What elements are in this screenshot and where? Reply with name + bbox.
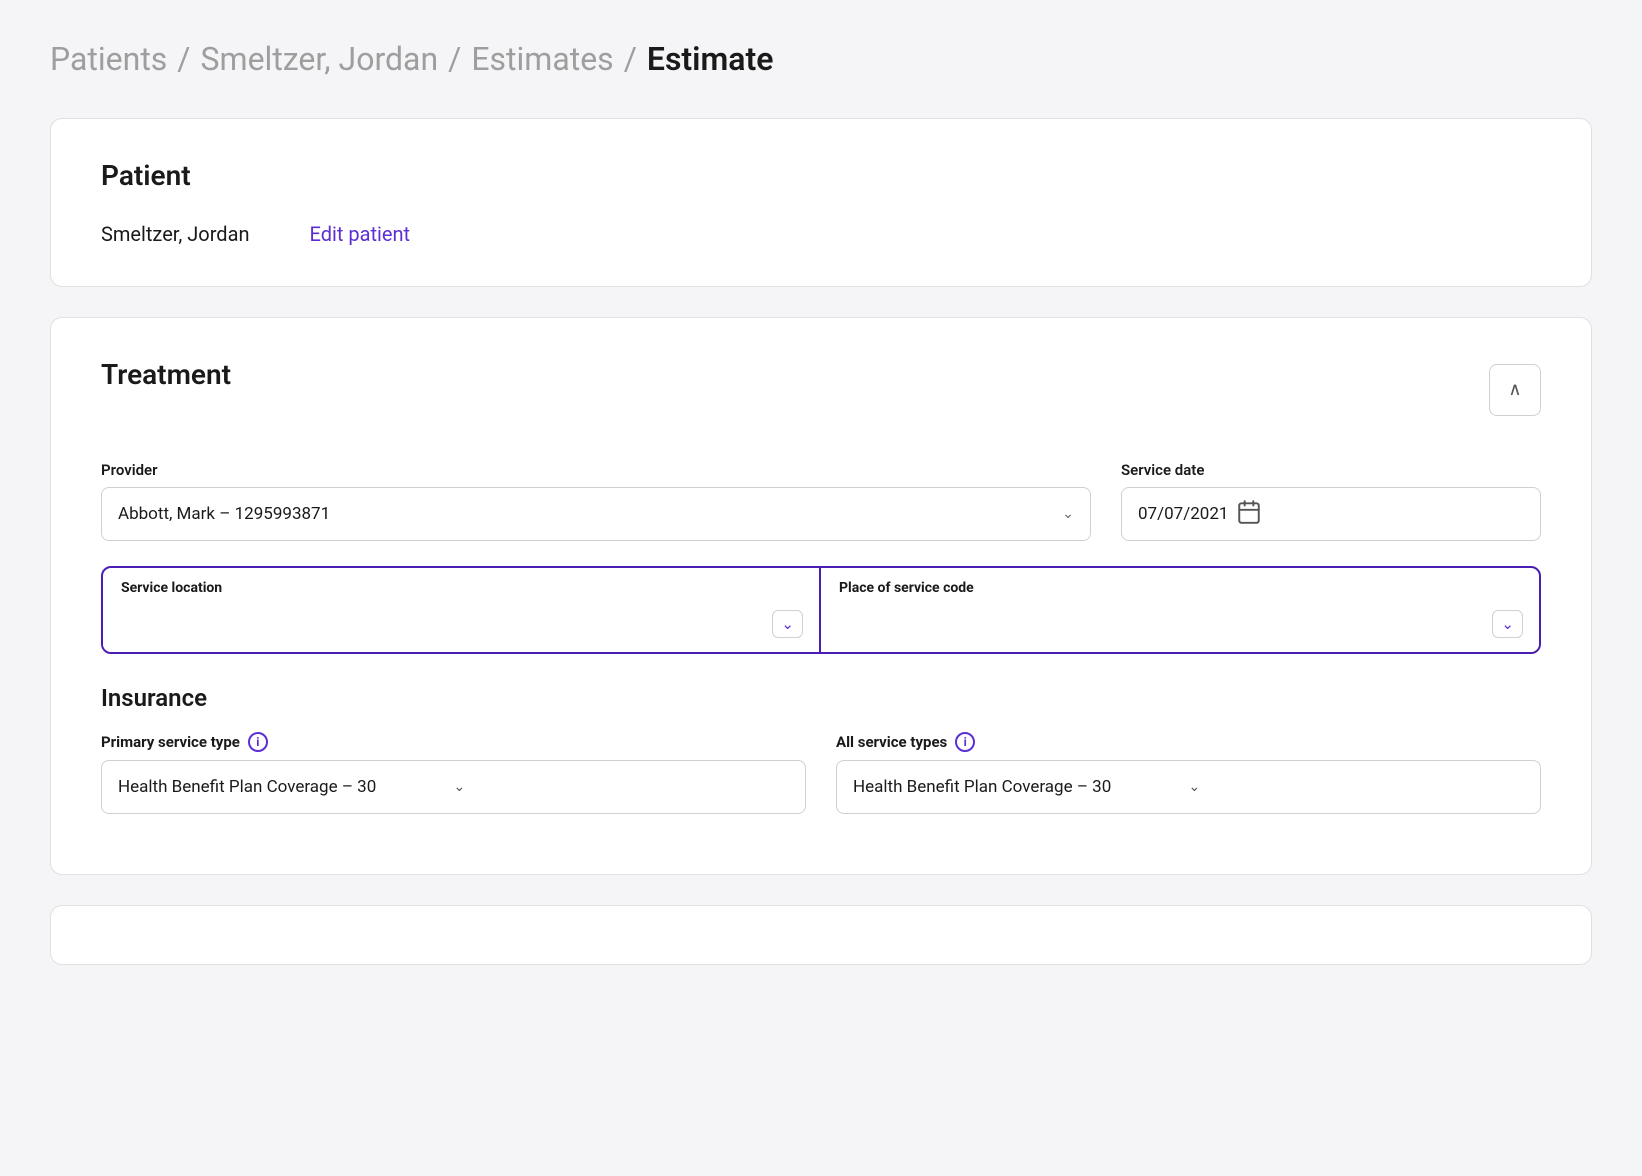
all-service-types-label-row: All service types i bbox=[836, 732, 1541, 752]
all-service-types-dropdown-icon: ⌄ bbox=[1189, 779, 1525, 795]
provider-group: Provider Abbott, Mark – 1295993871 ⌄ bbox=[101, 461, 1091, 541]
calendar-icon[interactable] bbox=[1236, 499, 1262, 530]
service-date-field[interactable]: 07/07/2021 bbox=[1121, 487, 1541, 541]
breadcrumb-patient-name[interactable]: Smeltzer, Jordan bbox=[201, 40, 439, 78]
patient-name: Smeltzer, Jordan bbox=[101, 222, 250, 246]
place-of-service-dropdown-icon[interactable]: ⌄ bbox=[1492, 610, 1523, 638]
service-location-input[interactable] bbox=[121, 614, 772, 634]
breadcrumb-sep-1: / bbox=[177, 40, 190, 78]
place-of-service-label: Place of service code bbox=[821, 568, 1539, 602]
all-service-types-group: All service types i Health Benefit Plan … bbox=[836, 732, 1541, 814]
patient-card: Patient Smeltzer, Jordan Edit patient bbox=[50, 118, 1592, 287]
service-date-value: 07/07/2021 bbox=[1138, 504, 1228, 524]
all-service-types-info-icon[interactable]: i bbox=[955, 732, 975, 752]
service-location-label: Service location bbox=[103, 568, 819, 602]
place-of-service-control[interactable]: ⌄ bbox=[821, 602, 1539, 652]
place-of-service-input[interactable] bbox=[839, 614, 1492, 634]
primary-service-type-label: Primary service type bbox=[101, 733, 240, 751]
provider-dropdown[interactable]: Abbott, Mark – 1295993871 ⌄ bbox=[101, 487, 1091, 541]
service-location-field: Service location ⌄ bbox=[103, 568, 821, 652]
service-location-row: Service location ⌄ Place of service code… bbox=[101, 566, 1541, 654]
service-date-group: Service date 07/07/2021 bbox=[1121, 461, 1541, 541]
primary-service-type-dropdown[interactable]: Health Benefit Plan Coverage – 30 ⌄ bbox=[101, 760, 806, 814]
primary-service-type-label-row: Primary service type i bbox=[101, 732, 806, 752]
primary-service-type-dropdown-icon: ⌄ bbox=[454, 779, 790, 795]
treatment-header: Treatment ∧ bbox=[101, 358, 1541, 421]
service-location-control[interactable]: ⌄ bbox=[103, 602, 819, 652]
primary-service-type-info-icon[interactable]: i bbox=[248, 732, 268, 752]
all-service-types-dropdown[interactable]: Health Benefit Plan Coverage – 30 ⌄ bbox=[836, 760, 1541, 814]
insurance-row: Primary service type i Health Benefit Pl… bbox=[101, 732, 1541, 814]
service-location-dropdown-icon[interactable]: ⌄ bbox=[772, 610, 803, 638]
provider-label: Provider bbox=[101, 461, 1091, 479]
treatment-title: Treatment bbox=[101, 358, 231, 391]
breadcrumb-estimate: Estimate bbox=[647, 40, 774, 78]
all-service-types-label: All service types bbox=[836, 733, 947, 751]
provider-dropdown-icon: ⌄ bbox=[1062, 506, 1074, 522]
breadcrumb-sep-3: / bbox=[624, 40, 637, 78]
provider-date-row: Provider Abbott, Mark – 1295993871 ⌄ Ser… bbox=[101, 461, 1541, 541]
service-date-label: Service date bbox=[1121, 461, 1541, 479]
patient-card-title: Patient bbox=[101, 159, 1541, 192]
chevron-up-icon: ∧ bbox=[1508, 379, 1521, 400]
edit-patient-link[interactable]: Edit patient bbox=[310, 222, 411, 246]
insurance-title: Insurance bbox=[101, 684, 1541, 712]
breadcrumb-estimates[interactable]: Estimates bbox=[471, 40, 613, 78]
all-service-types-value: Health Benefit Plan Coverage – 30 bbox=[853, 777, 1189, 797]
patient-row: Smeltzer, Jordan Edit patient bbox=[101, 222, 1541, 246]
breadcrumb: Patients / Smeltzer, Jordan / Estimates … bbox=[50, 40, 1592, 78]
primary-service-type-value: Health Benefit Plan Coverage – 30 bbox=[118, 777, 454, 797]
place-of-service-field: Place of service code ⌄ bbox=[821, 568, 1539, 652]
breadcrumb-patients[interactable]: Patients bbox=[50, 40, 167, 78]
provider-value: Abbott, Mark – 1295993871 bbox=[118, 504, 330, 524]
breadcrumb-sep-2: / bbox=[448, 40, 461, 78]
treatment-card: Treatment ∧ Provider Abbott, Mark – 1295… bbox=[50, 317, 1592, 875]
collapse-button[interactable]: ∧ bbox=[1489, 364, 1541, 416]
bottom-card bbox=[50, 905, 1592, 965]
primary-service-type-group: Primary service type i Health Benefit Pl… bbox=[101, 732, 806, 814]
